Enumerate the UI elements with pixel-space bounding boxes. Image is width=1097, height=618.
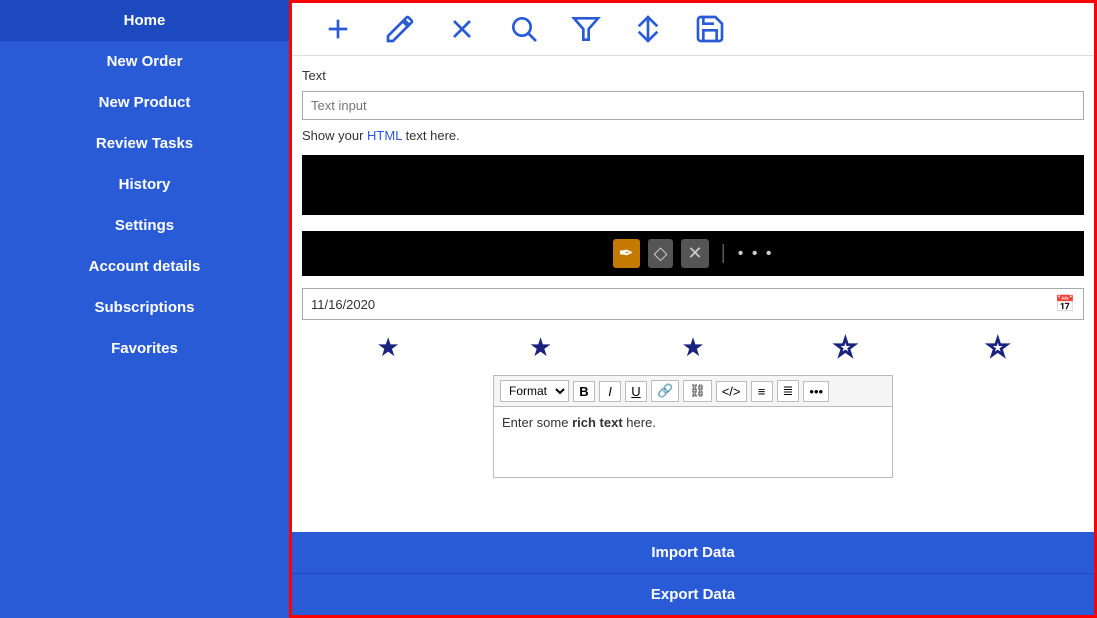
html-preview-suffix: text here. xyxy=(402,128,460,143)
date-field: 11/16/2020 📅 xyxy=(302,288,1084,320)
main-panel: Text Show your HTML text here. ✒ ◇ ✕ | •… xyxy=(289,0,1097,618)
bold-button[interactable]: B xyxy=(573,381,595,402)
source-button[interactable]: </> xyxy=(716,381,747,402)
calendar-icon[interactable]: 📅 xyxy=(1055,294,1075,314)
text-input[interactable] xyxy=(302,91,1084,120)
filter-icon[interactable] xyxy=(570,13,602,45)
date-value: 11/16/2020 xyxy=(311,297,1055,312)
ul-button[interactable]: ≡ xyxy=(751,381,773,402)
sidebar-item-new-product[interactable]: New Product xyxy=(0,82,289,123)
sidebar-item-settings[interactable]: Settings xyxy=(0,205,289,246)
rte-toolbar: Format B I U 🔗 ⛓ </> ≡ ≣ ••• xyxy=(494,376,892,407)
import-data-button[interactable]: Import Data xyxy=(292,532,1094,573)
sidebar-item-account-details[interactable]: Account details xyxy=(0,246,289,287)
toolbar-separator: | xyxy=(721,242,726,265)
sidebar-item-favorites[interactable]: Favorites xyxy=(0,328,289,369)
black-toolbar: ✒ ◇ ✕ | • • • xyxy=(302,231,1084,276)
sidebar-item-subscriptions[interactable]: Subscriptions xyxy=(0,287,289,328)
export-data-button[interactable]: Export Data xyxy=(292,573,1094,615)
star-1[interactable]: ★ xyxy=(377,332,400,363)
sidebar-item-history[interactable]: History xyxy=(0,164,289,205)
close-icon[interactable] xyxy=(446,13,478,45)
format-select[interactable]: Format xyxy=(500,380,569,402)
add-icon[interactable] xyxy=(322,13,354,45)
eraser-icon[interactable]: ◇ xyxy=(648,239,674,268)
rte-body[interactable]: Enter some rich text here. xyxy=(494,407,892,477)
star-4[interactable]: ☆ xyxy=(834,332,857,363)
sort-icon[interactable] xyxy=(632,13,664,45)
underline-button[interactable]: U xyxy=(625,381,647,402)
text-field-label: Text xyxy=(302,66,1084,85)
unlink-button[interactable]: ⛓ xyxy=(683,380,712,402)
save-icon[interactable] xyxy=(694,13,726,45)
black-close-icon[interactable]: ✕ xyxy=(681,239,708,268)
rte-placeholder-text: Enter some xyxy=(502,415,572,430)
star-2[interactable]: ★ xyxy=(529,332,552,363)
more-rte-button[interactable]: ••• xyxy=(803,381,829,402)
pen-tool-icon[interactable]: ✒ xyxy=(613,239,640,268)
rte-suffix: here. xyxy=(623,415,656,430)
html-preview-text: Show your xyxy=(302,128,367,143)
star-rating: ★ ★ ★ ☆ ☆ xyxy=(302,326,1084,369)
black-canvas-area xyxy=(302,155,1084,215)
sidebar: Home New Order New Product Review Tasks … xyxy=(0,0,289,618)
bottom-buttons: Import Data Export Data xyxy=(292,532,1094,615)
toolbar xyxy=(292,3,1094,56)
star-5[interactable]: ☆ xyxy=(986,332,1009,363)
sidebar-item-home[interactable]: Home xyxy=(0,0,289,41)
html-preview: Show your HTML text here. xyxy=(302,126,1084,145)
link-button[interactable]: 🔗 xyxy=(651,380,679,402)
sidebar-item-review-tasks[interactable]: Review Tasks xyxy=(0,123,289,164)
sidebar-item-new-order[interactable]: New Order xyxy=(0,41,289,82)
italic-button[interactable]: I xyxy=(599,381,621,402)
rte-rich-text: rich text xyxy=(572,415,623,430)
search-icon[interactable] xyxy=(508,13,540,45)
ol-button[interactable]: ≣ xyxy=(777,380,800,402)
rich-text-editor: Format B I U 🔗 ⛓ </> ≡ ≣ ••• Enter some … xyxy=(493,375,893,478)
star-3[interactable]: ★ xyxy=(681,332,704,363)
more-options-icon[interactable]: • • • xyxy=(738,245,774,263)
html-preview-link[interactable]: HTML xyxy=(367,128,402,143)
edit-icon[interactable] xyxy=(384,13,416,45)
content-area: Text Show your HTML text here. ✒ ◇ ✕ | •… xyxy=(292,56,1094,532)
